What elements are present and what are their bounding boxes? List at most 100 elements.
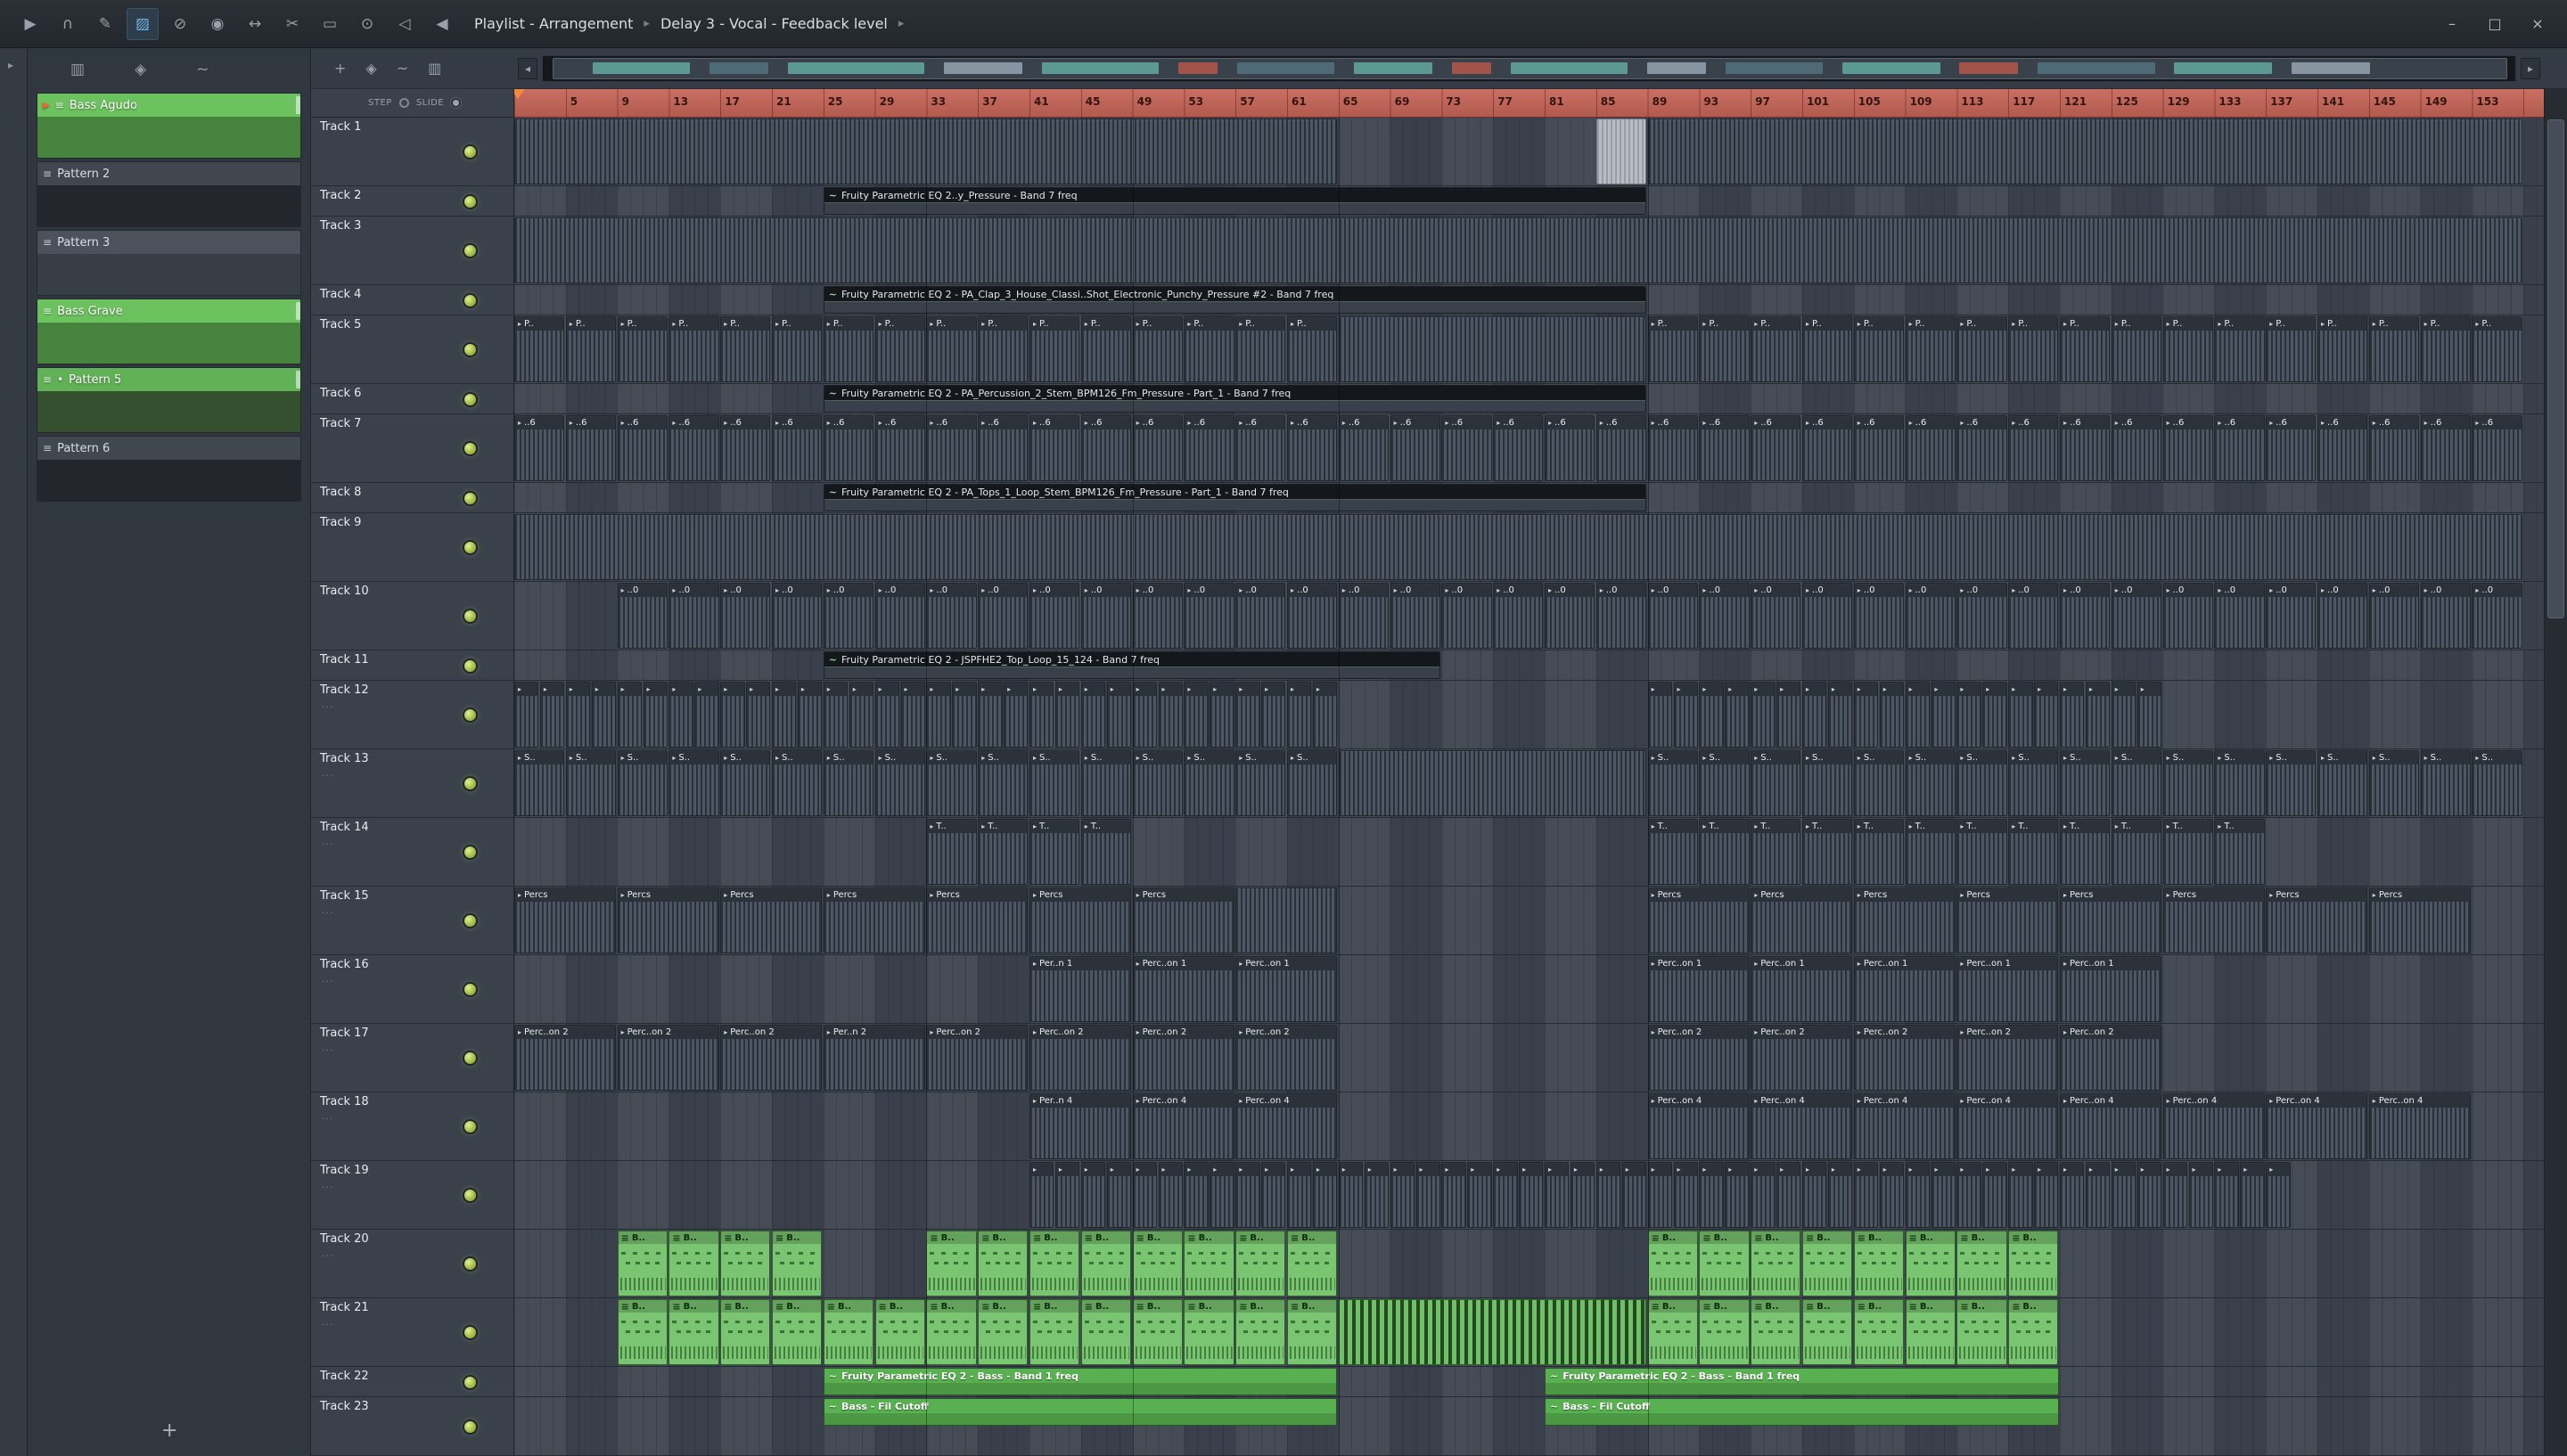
audio-clip[interactable]: ▸ P.. bbox=[565, 316, 617, 382]
audio-clip[interactable]: ▸ P.. bbox=[1699, 316, 1750, 382]
pattern-handle[interactable] bbox=[296, 96, 300, 114]
pattern-clip[interactable]: ≡ B.. bbox=[926, 1299, 977, 1365]
headphones-icon[interactable]: ∩ bbox=[52, 8, 84, 40]
audio-clip[interactable]: ▸ ..6 bbox=[1545, 415, 1595, 481]
audio-clip[interactable]: ▸ bbox=[1956, 682, 1981, 748]
mute-led[interactable] bbox=[463, 144, 478, 160]
audio-clip[interactable]: ▸ ..6 bbox=[2060, 415, 2111, 481]
audio-clip[interactable]: ▸ Percs bbox=[1751, 888, 1853, 953]
mute-led[interactable] bbox=[463, 391, 478, 407]
pattern-item[interactable]: ▶ ≡ Bass Agudo bbox=[37, 93, 301, 159]
audio-clip[interactable]: ▸ Perc..on 4 bbox=[2162, 1093, 2265, 1159]
audio-clip[interactable]: ▸ ..0 bbox=[2317, 583, 2368, 649]
audio-clip[interactable]: ▸ Perc..on 1 bbox=[1235, 956, 1338, 1022]
track-lane[interactable]: ▸ ..0 ▸ ..0 ▸ ..0 ▸ ..0 ▸ ..0 ▸ ..0 ▸ ..0 ▸ ..0 ▸ ..0 ▸ ..0… bbox=[514, 582, 2545, 650]
audio-clip[interactable]: ▸ T.. bbox=[2214, 819, 2265, 885]
audio-clip[interactable]: ▸ bbox=[1519, 1162, 1544, 1228]
track-header[interactable]: Track 14... bbox=[311, 818, 514, 886]
audio-clip[interactable]: ▸ bbox=[2060, 1162, 2085, 1228]
pattern-clip[interactable]: ≡ B.. bbox=[926, 1231, 977, 1296]
audio-clip[interactable]: ▸ bbox=[1467, 1162, 1492, 1228]
audio-clip[interactable]: ▸ S.. bbox=[1853, 750, 1905, 816]
audio-clip[interactable]: ▸ T.. bbox=[2008, 819, 2059, 885]
audio-clip[interactable]: ▸ T.. bbox=[1751, 819, 1801, 885]
pattern-clip[interactable]: ≡ B.. bbox=[1029, 1299, 1080, 1365]
audio-clip[interactable]: ▸ Percs bbox=[1853, 888, 1956, 953]
audio-clip[interactable]: ▸ P.. bbox=[2420, 316, 2471, 382]
audio-clip[interactable]: ▸ Perc..on 2 bbox=[1751, 1025, 1853, 1091]
automation-clip[interactable]: ~ Fruity Parametric EQ 2 - JSPFHE2_Top_Lo… bbox=[823, 651, 1440, 679]
mute-led[interactable] bbox=[463, 776, 478, 791]
track-header[interactable]: Track 19... bbox=[311, 1161, 514, 1229]
overview-scroll-thumb[interactable] bbox=[553, 57, 2507, 79]
mute-led[interactable] bbox=[463, 1051, 478, 1066]
pattern-clip[interactable]: ≡ B.. bbox=[1132, 1299, 1183, 1365]
audio-clip[interactable]: ▸ bbox=[1931, 682, 1956, 748]
audio-clip[interactable]: ▸ P.. bbox=[2317, 316, 2368, 382]
audio-clip[interactable]: ▸ ..0 bbox=[1647, 583, 1698, 649]
delete-tool-icon[interactable]: ⊘ bbox=[164, 8, 196, 40]
audio-clip[interactable]: ▸ ..6 bbox=[514, 415, 565, 481]
slice-tool-icon[interactable]: ✂ bbox=[276, 8, 308, 40]
pattern-clip[interactable]: ≡ B.. bbox=[1287, 1299, 1338, 1365]
audio-clip[interactable]: ▸ Perc..on 1 bbox=[1647, 956, 1750, 1022]
audio-clip[interactable]: ▸ bbox=[617, 682, 642, 748]
audio-clip[interactable]: ▸ bbox=[1879, 1162, 1905, 1228]
audio-clip[interactable]: ▸ S.. bbox=[1905, 750, 1956, 816]
track-header[interactable]: Track 22 bbox=[311, 1367, 514, 1396]
audio-clip[interactable]: ▸ bbox=[1415, 1162, 1440, 1228]
audio-clip[interactable]: ▸ ..6 bbox=[2368, 415, 2420, 481]
audio-clip[interactable]: ▸ S.. bbox=[1287, 750, 1338, 816]
mute-led[interactable] bbox=[463, 193, 478, 209]
audio-clip[interactable]: ▸ bbox=[2136, 1162, 2162, 1228]
audio-clip[interactable]: ▸ P.. bbox=[617, 316, 668, 382]
audio-clip[interactable]: ▸ T.. bbox=[1029, 819, 1080, 885]
audio-clip[interactable]: ▸ S.. bbox=[2008, 750, 2059, 816]
audio-clip[interactable]: ▸ bbox=[1802, 682, 1827, 748]
audio-clip[interactable]: ▸ bbox=[926, 682, 951, 748]
audio-clip[interactable]: ▸ ..6 bbox=[772, 415, 823, 481]
audio-clip[interactable]: ▸ P.. bbox=[514, 316, 565, 382]
audio-clip[interactable]: ▸ bbox=[1931, 1162, 1956, 1228]
track-header[interactable]: Track 15... bbox=[311, 887, 514, 954]
audio-clip[interactable]: ▸ bbox=[2162, 1162, 2187, 1228]
audio-clip[interactable]: ▸ bbox=[1312, 682, 1338, 748]
pattern-clip[interactable]: ≡ B.. bbox=[1235, 1231, 1286, 1296]
audio-clip[interactable]: ▸ bbox=[2034, 682, 2059, 748]
audio-clip[interactable]: ▸ ..0 bbox=[926, 583, 977, 649]
audio-clip[interactable]: ▸ S.. bbox=[514, 750, 565, 816]
slide-toggle[interactable] bbox=[451, 98, 462, 108]
audio-clip[interactable]: ▸ ..0 bbox=[1080, 583, 1132, 649]
audio-clip[interactable]: ▸ ..6 bbox=[978, 415, 1029, 481]
audio-clip[interactable]: ▸ P.. bbox=[1080, 316, 1132, 382]
pattern-clip[interactable]: ≡ B.. bbox=[1647, 1299, 1698, 1365]
audio-clip[interactable]: ▸ P.. bbox=[1287, 316, 1338, 382]
track-header[interactable]: Track 23 bbox=[311, 1397, 514, 1455]
audio-clip[interactable]: ▸ bbox=[2034, 1162, 2059, 1228]
snap-icon[interactable]: ◈ bbox=[365, 60, 376, 77]
pattern-clip[interactable]: ≡ B.. bbox=[823, 1299, 874, 1365]
audio-clip[interactable]: ▸ T.. bbox=[926, 819, 977, 885]
audio-clip[interactable]: ▸ T.. bbox=[1647, 819, 1698, 885]
audio-clip[interactable]: ▸ ..6 bbox=[1184, 415, 1234, 481]
audio-clip[interactable]: ▸ S.. bbox=[668, 750, 719, 816]
audio-clip[interactable]: ▸ bbox=[591, 682, 617, 748]
pattern-clip[interactable]: ≡ B.. bbox=[668, 1231, 719, 1296]
audio-clip[interactable]: ▸ bbox=[1054, 1162, 1080, 1228]
audio-clip[interactable]: ▸ ..6 bbox=[2111, 415, 2162, 481]
pattern-clip[interactable]: ≡ B.. bbox=[1184, 1299, 1234, 1365]
track-lane[interactable] bbox=[514, 118, 2545, 185]
audio-clip[interactable]: ▸ bbox=[1699, 1162, 1724, 1228]
automation-clip[interactable]: ~ Fruity Parametric EQ 2 - Bass - Band 1 … bbox=[823, 1368, 1338, 1395]
pattern-item[interactable]: ≡ Bass Grave bbox=[37, 299, 301, 364]
audio-clip[interactable]: ▸ bbox=[1441, 1162, 1466, 1228]
pattern-clip[interactable]: ≡ B.. bbox=[1184, 1231, 1234, 1296]
audio-clip[interactable]: ▸ ..0 bbox=[2214, 583, 2265, 649]
audio-clip[interactable]: ▸ Perc..on 4 bbox=[2060, 1093, 2162, 1159]
audio-clip[interactable]: ▸ P.. bbox=[2472, 316, 2522, 382]
vertical-scrollbar[interactable] bbox=[2544, 89, 2567, 1456]
audio-clip[interactable]: ▸ bbox=[1029, 682, 1054, 748]
snap-icon[interactable]: ◈ bbox=[135, 61, 146, 78]
audio-clip[interactable]: ▸ bbox=[797, 682, 823, 748]
audio-clip[interactable]: ▸ ..0 bbox=[1751, 583, 1801, 649]
